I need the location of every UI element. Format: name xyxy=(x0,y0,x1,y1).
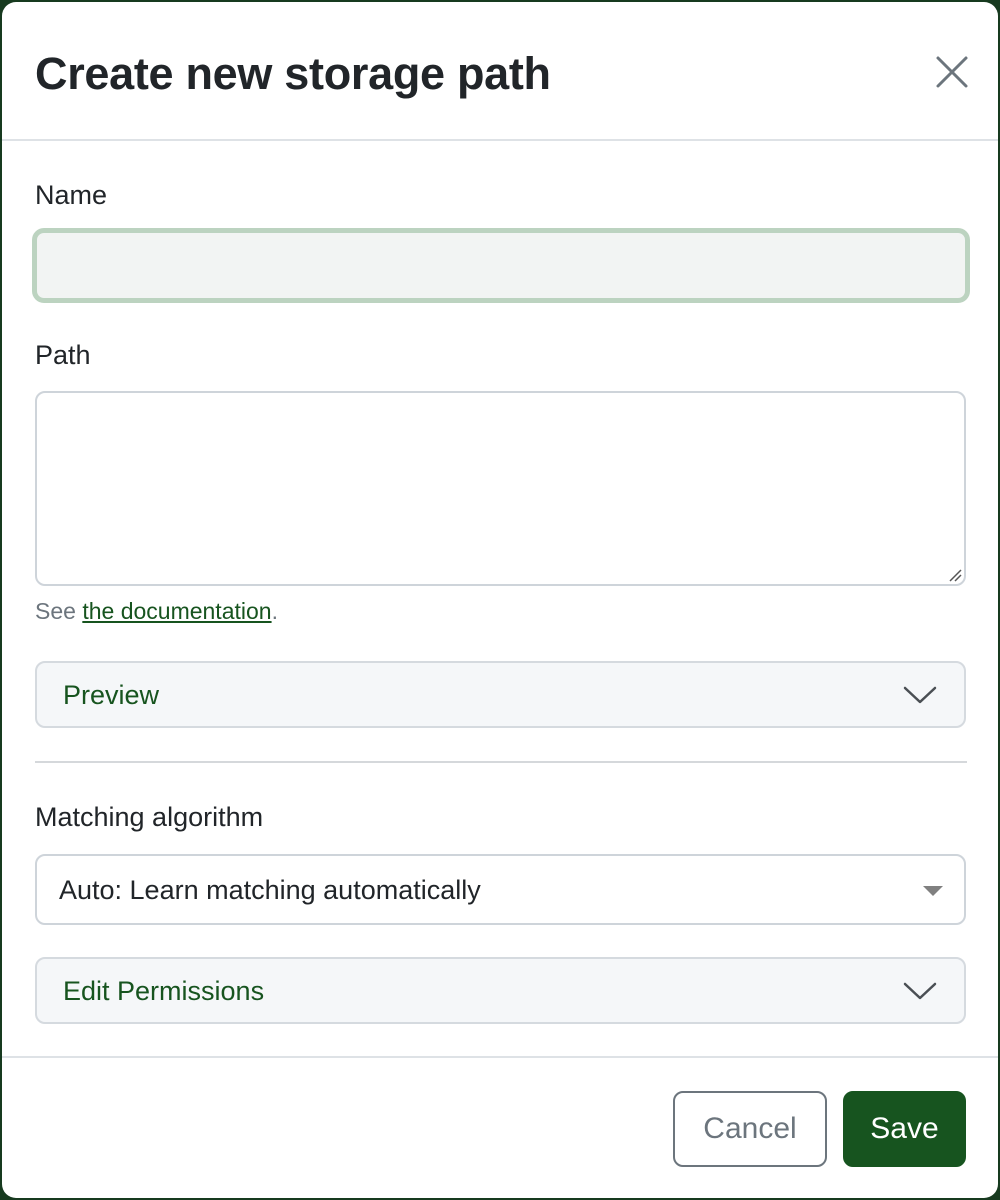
section-divider xyxy=(35,761,967,763)
path-help-text: See the documentation. xyxy=(35,596,278,626)
edit-permissions-label: Edit Permissions xyxy=(63,976,265,1006)
close-icon xyxy=(936,56,968,88)
preview-accordion[interactable]: Preview xyxy=(35,661,966,728)
matching-algorithm-select[interactable]: Auto: Learn matching automatically xyxy=(35,854,966,925)
save-button[interactable]: Save xyxy=(843,1091,966,1167)
modal-header: Create new storage path xyxy=(2,2,998,141)
help-prefix: See xyxy=(35,598,83,624)
resize-grip-icon[interactable] xyxy=(948,568,962,582)
caret-down-icon xyxy=(923,886,943,896)
preview-accordion-label: Preview xyxy=(63,680,160,710)
chevron-down-icon xyxy=(903,686,937,704)
modal-footer-divider xyxy=(2,1056,998,1058)
modal-title: Create new storage path xyxy=(35,48,551,99)
create-storage-path-dialog: Create new storage path Name Path See th… xyxy=(2,2,998,1198)
path-label: Path xyxy=(35,340,91,370)
matching-algorithm-value: Auto: Learn matching automatically xyxy=(59,875,481,905)
matching-algorithm-label: Matching algorithm xyxy=(35,802,264,832)
help-suffix: . xyxy=(271,598,278,624)
edit-permissions-accordion[interactable]: Edit Permissions xyxy=(35,957,966,1024)
documentation-link[interactable]: the documentation xyxy=(82,598,271,624)
close-button[interactable] xyxy=(930,52,970,92)
name-input[interactable] xyxy=(32,228,970,303)
path-textarea[interactable] xyxy=(35,391,966,586)
chevron-down-icon xyxy=(903,982,937,1000)
name-label: Name xyxy=(35,180,108,210)
cancel-button[interactable]: Cancel xyxy=(673,1091,827,1167)
